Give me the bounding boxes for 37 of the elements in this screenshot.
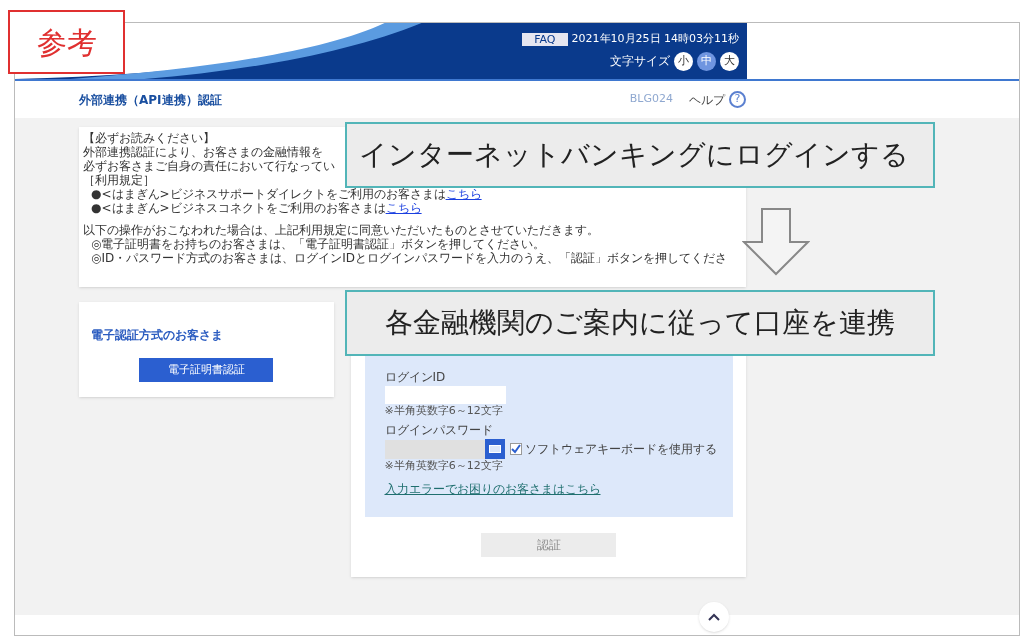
page-title: 外部連携（API連携）認証: [79, 91, 222, 109]
check-icon: [510, 444, 521, 454]
login-id-field[interactable]: [384, 386, 506, 404]
chevron-up-icon: [708, 613, 720, 621]
callout-box: 各金融機関のご案内に従って口座を連携: [345, 290, 935, 356]
notice-line: 必ずお客さまご自身の責任において行なってい: [83, 159, 335, 173]
callout-box: インターネットバンキングにログインする: [345, 122, 935, 188]
screen-id: BLG024: [629, 91, 673, 108]
software-keyboard-checkbox[interactable]: [509, 443, 522, 455]
notice-line: 【必ずお読みください】: [83, 131, 215, 145]
certificate-heading: 電子認証方式のお客さま: [91, 327, 224, 344]
font-size-button[interactable]: 大: [720, 51, 739, 71]
password-label: ログインパスワード: [384, 423, 493, 437]
keyboard-icon: [488, 445, 501, 453]
font-size-label: 文字サイズ: [610, 53, 670, 71]
font-size-button[interactable]: 小: [674, 51, 693, 71]
datetime: 2021年10月25日 14時03分11秒: [571, 31, 739, 48]
notice-line: ●<はまぎん>ビジネスサポートダイレクトをご利用のお客さまは: [91, 187, 446, 201]
notice-line: ◎電子証明書をお持ちのお客さまは、「電子証明書認証」ボタンを押してください。: [90, 237, 546, 251]
login-id-label: ログインID: [384, 370, 446, 384]
notice-line: 以下の操作がおこなわれた場合は、上記利用規定に同意いただいたものとさせていただきます。: [83, 223, 599, 237]
notice-line: ●<はまぎん>ビジネスコネクトをご利用のお客さまは: [91, 201, 386, 215]
keyboard-button[interactable]: [484, 439, 505, 459]
field-hint: ※半角英数字6～12文字: [384, 459, 503, 472]
link[interactable]: こちら: [385, 201, 422, 215]
notice-line: ［利用規定］: [83, 173, 155, 187]
help-link[interactable]: 入力エラーでお困りのお客さまはこちら: [384, 480, 601, 498]
help-icon[interactable]: ?: [729, 91, 746, 108]
link[interactable]: こちら: [445, 187, 482, 201]
notice-line: ◎ID・パスワード方式のお客さまは、ログインIDとログインパスワードを入力のうえ、「認証」ボタンを押してくださ: [90, 251, 728, 265]
notice-line: 外部連携認証により、お客さまの金融情報を: [83, 145, 323, 159]
certificate-button[interactable]: 電子証明書認証: [139, 358, 273, 382]
software-keyboard-label: ソフトウェアキーボードを使用する: [524, 441, 717, 458]
help-link[interactable]: ヘルプ: [689, 90, 725, 109]
reference-stamp: 参考: [8, 10, 125, 74]
faq-button[interactable]: FAQ: [522, 33, 568, 46]
field-hint: ※半角英数字6～12文字: [384, 404, 503, 417]
